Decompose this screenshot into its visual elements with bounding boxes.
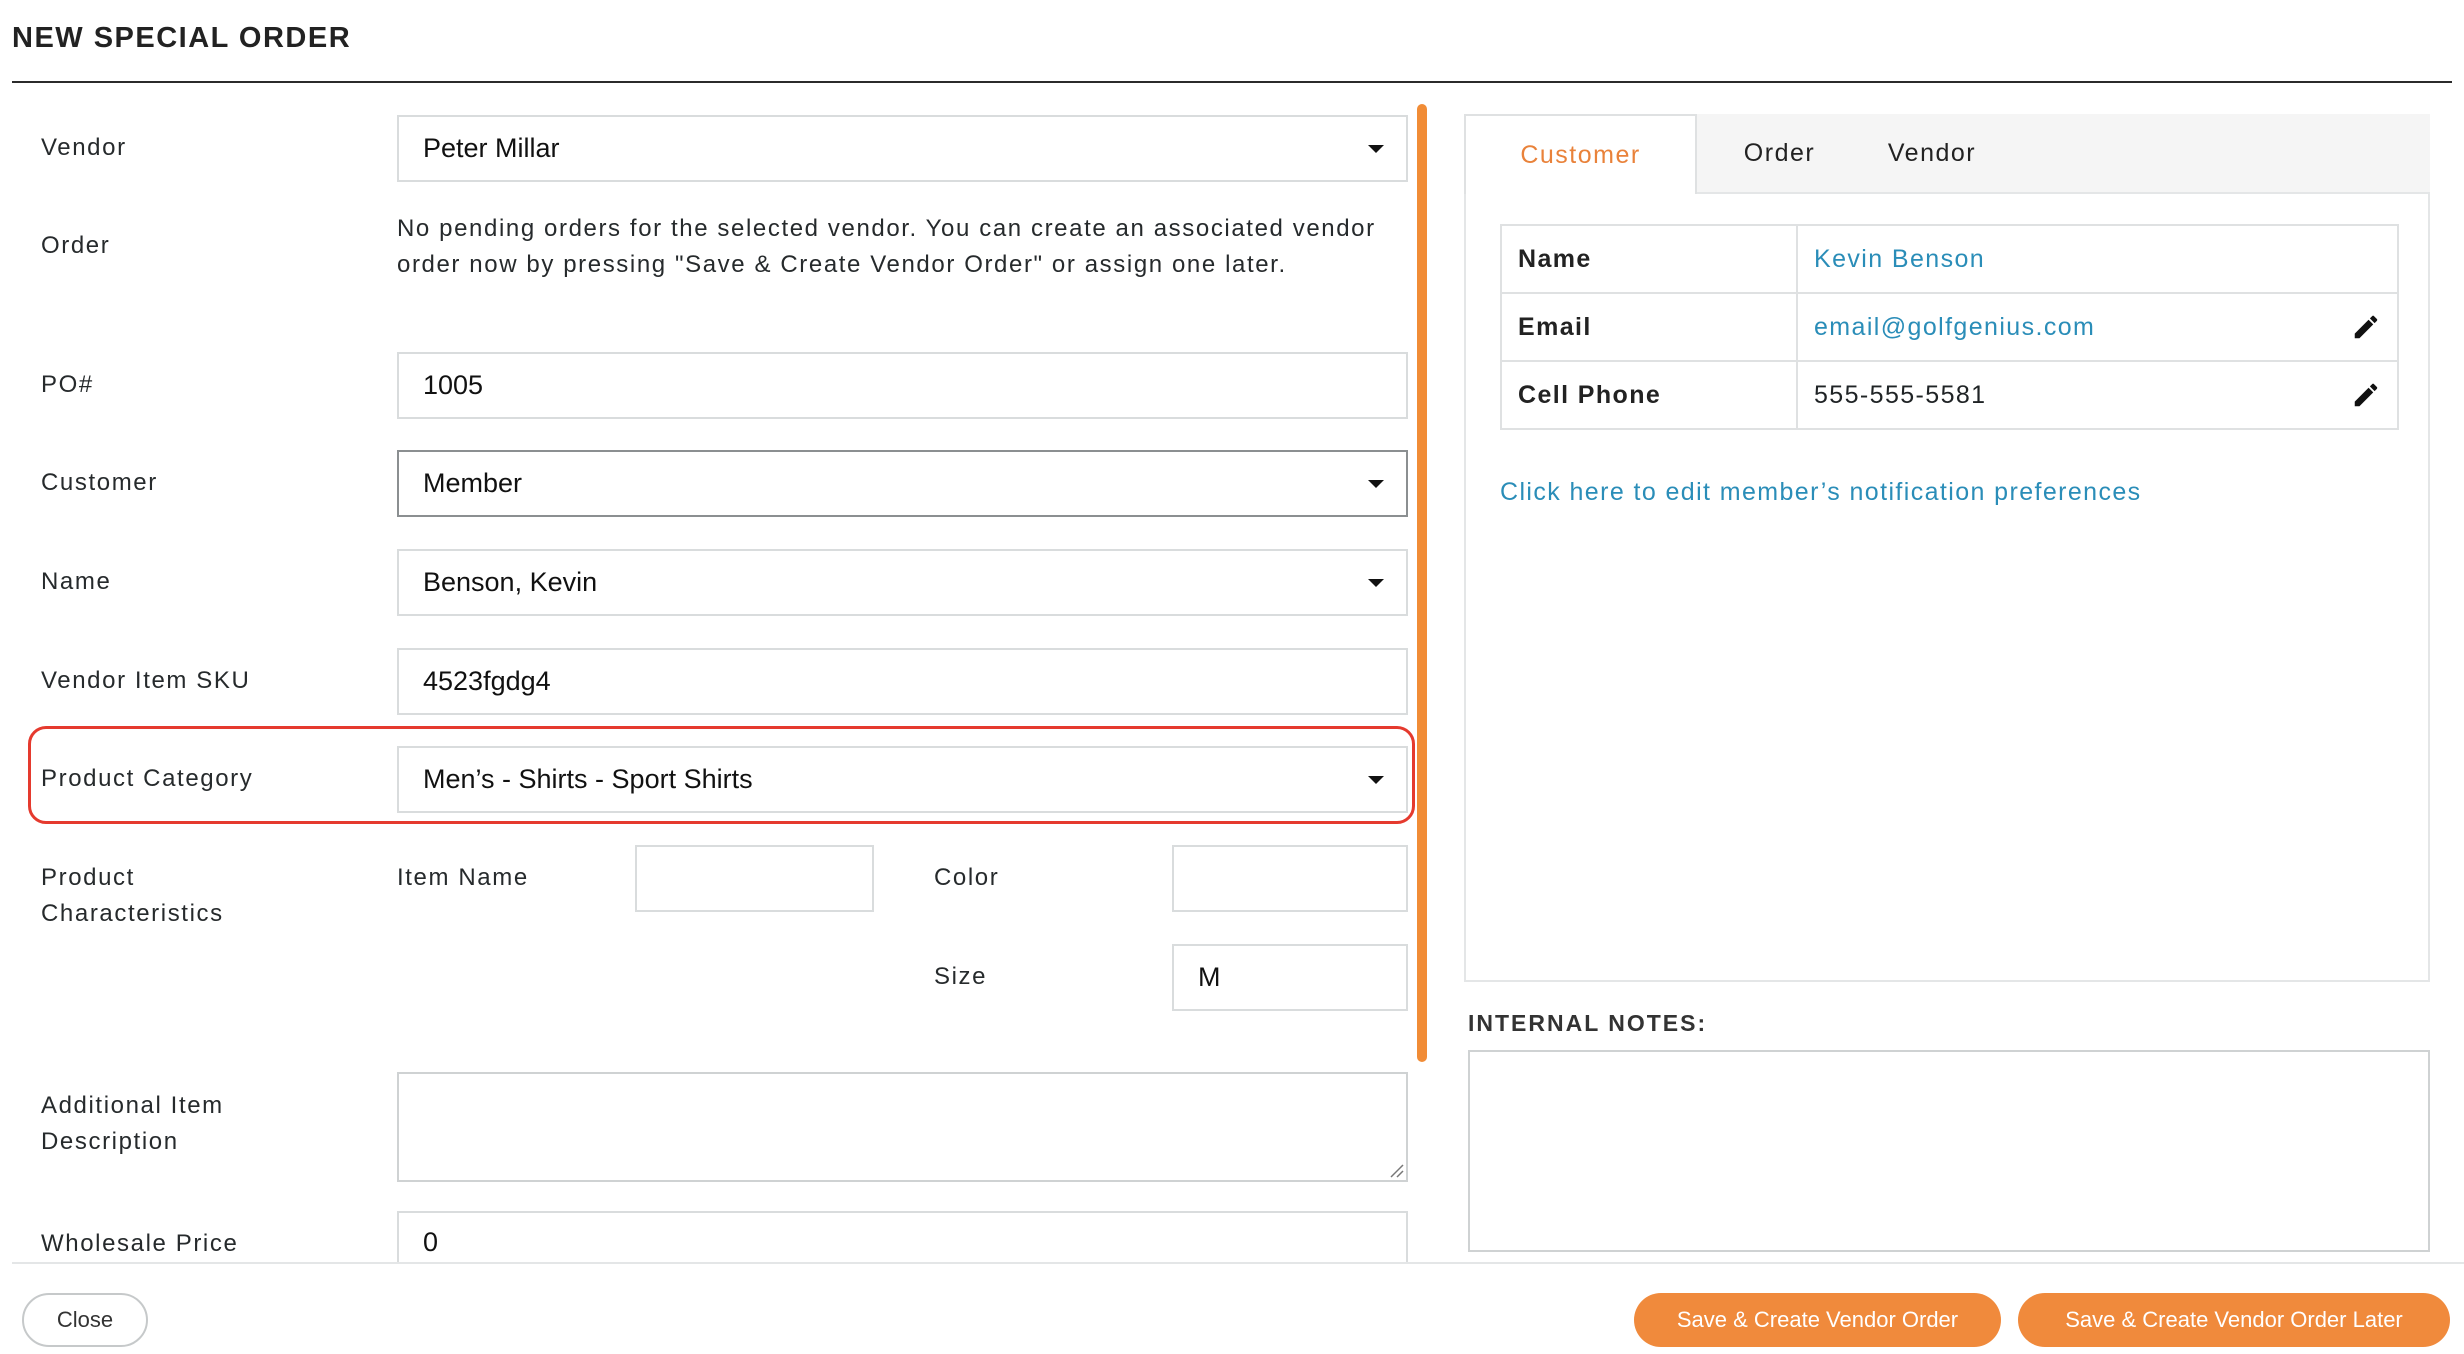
name-select-value: Benson, Kevin xyxy=(423,567,598,597)
vendor-label: Vendor xyxy=(41,134,127,161)
wholesale-price-label: Wholesale Price xyxy=(41,1230,239,1257)
info-value-cell-phone: 555-555-5581 xyxy=(1796,360,2399,430)
page-title: NEW SPECIAL ORDER xyxy=(12,22,352,54)
tab-vendor[interactable]: Vendor xyxy=(1862,114,2002,192)
product-category-value: Men’s - Shirts - Sport Shirts xyxy=(423,764,753,794)
caret-down-icon xyxy=(1368,479,1384,488)
product-characteristics-label: Product Characteristics xyxy=(41,860,224,932)
order-label: Order xyxy=(41,232,111,259)
customer-info-table: Name Kevin Benson Email email@golfgenius… xyxy=(1500,224,2399,430)
vendor-select-value: Peter Millar xyxy=(423,133,560,163)
sku-input-value: 4523fgdg4 xyxy=(423,666,551,696)
table-row: Cell Phone 555-555-5581 xyxy=(1500,360,2399,430)
caret-down-icon xyxy=(1368,578,1384,587)
color-label: Color xyxy=(934,864,1000,891)
name-label: Name xyxy=(41,568,112,595)
save-create-vendor-order-button[interactable]: Save & Create Vendor Order xyxy=(1634,1293,2001,1347)
caret-down-icon xyxy=(1368,144,1384,153)
internal-notes-textarea[interactable] xyxy=(1468,1050,2430,1252)
color-input[interactable] xyxy=(1172,845,1408,912)
customer-phone: 555-555-5581 xyxy=(1814,380,1987,409)
customer-email-link[interactable]: email@golfgenius.com xyxy=(1814,313,2095,341)
vendor-select[interactable]: Peter Millar xyxy=(397,115,1408,182)
pencil-icon[interactable] xyxy=(2351,380,2381,410)
product-characteristics-label-line2: Characteristics xyxy=(41,900,224,927)
po-input-value: 1005 xyxy=(423,370,484,400)
description-label-line2: Description xyxy=(41,1128,179,1155)
product-characteristics-label-line1: Product xyxy=(41,864,135,891)
customer-select-value: Member xyxy=(423,468,523,498)
table-row: Name Kevin Benson xyxy=(1500,224,2399,294)
po-input[interactable]: 1005 xyxy=(397,352,1408,419)
po-label: PO# xyxy=(41,371,94,398)
caret-down-icon xyxy=(1368,775,1384,784)
tab-customer[interactable]: Customer xyxy=(1464,114,1697,194)
item-name-input[interactable] xyxy=(635,845,874,912)
size-label: Size xyxy=(934,963,988,990)
info-value-name: Kevin Benson xyxy=(1796,224,2399,294)
description-textarea[interactable] xyxy=(397,1072,1408,1182)
customer-select[interactable]: Member xyxy=(397,450,1408,517)
sku-label: Vendor Item SKU xyxy=(41,667,251,694)
info-key-cell-phone: Cell Phone xyxy=(1500,360,1798,430)
notification-preferences-link[interactable]: Click here to edit member’s notification… xyxy=(1500,478,2142,507)
info-key-name: Name xyxy=(1500,224,1798,294)
name-select[interactable]: Benson, Kevin xyxy=(397,549,1408,616)
wholesale-price-input[interactable]: 0 xyxy=(397,1211,1408,1262)
customer-name-link[interactable]: Kevin Benson xyxy=(1814,245,1985,273)
resize-handle-icon[interactable] xyxy=(1388,1162,1404,1178)
info-key-email: Email xyxy=(1500,292,1798,362)
tab-order[interactable]: Order xyxy=(1697,114,1862,192)
close-button[interactable]: Close xyxy=(22,1293,148,1347)
description-label: Additional Item Description xyxy=(41,1088,224,1160)
form-scrollbar[interactable] xyxy=(1417,104,1427,1062)
sku-input[interactable]: 4523fgdg4 xyxy=(397,648,1408,715)
wholesale-price-value: 0 xyxy=(423,1227,439,1257)
internal-notes-label: INTERNAL NOTES: xyxy=(1468,1010,1708,1036)
size-input[interactable]: M xyxy=(1172,944,1408,1011)
product-category-label: Product Category xyxy=(41,765,254,792)
pencil-icon[interactable] xyxy=(2351,312,2381,342)
description-label-line1: Additional Item xyxy=(41,1092,224,1119)
size-value: M xyxy=(1198,962,1221,992)
product-category-select[interactable]: Men’s - Shirts - Sport Shirts xyxy=(397,746,1408,813)
save-create-vendor-order-later-button[interactable]: Save & Create Vendor Order Later xyxy=(2018,1293,2450,1347)
order-note: No pending orders for the selected vendo… xyxy=(397,215,1376,278)
footer-divider xyxy=(12,1262,2464,1264)
item-name-label: Item Name xyxy=(397,864,529,891)
info-value-email: email@golfgenius.com xyxy=(1796,292,2399,362)
table-row: Email email@golfgenius.com xyxy=(1500,292,2399,362)
customer-label: Customer xyxy=(41,469,158,496)
header-divider xyxy=(12,81,2452,83)
